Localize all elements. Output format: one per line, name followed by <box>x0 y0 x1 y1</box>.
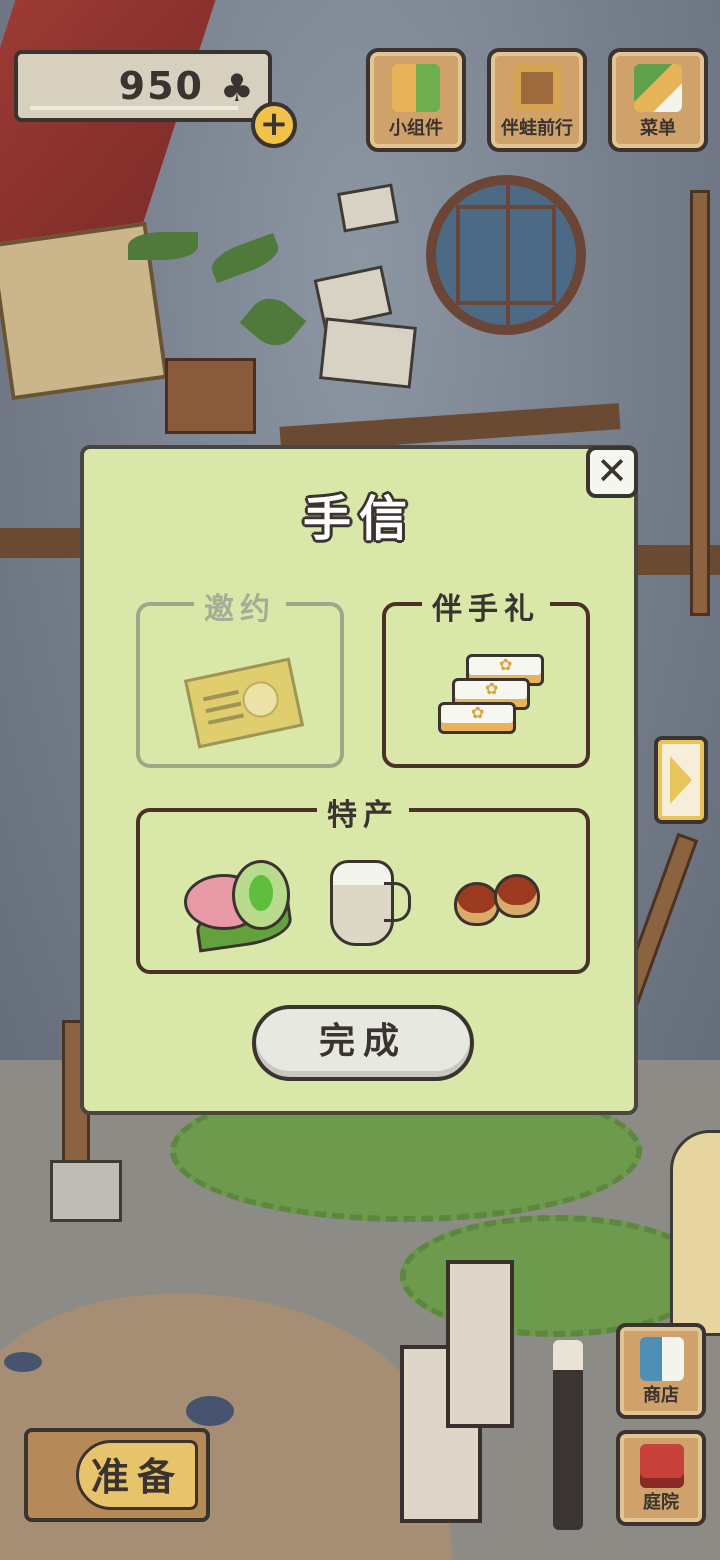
wooden-shelf <box>0 528 90 558</box>
pinned-note <box>319 317 417 389</box>
shop-bag-icon <box>640 1337 684 1381</box>
jug-handle <box>384 882 411 922</box>
pebble <box>4 1352 42 1372</box>
gift-slot[interactable]: 伴手礼 <box>382 584 590 768</box>
widget-icon <box>392 64 440 112</box>
yard-label: 庭院 <box>643 1492 679 1513</box>
chestnut <box>454 882 500 926</box>
chevron-right-icon[interactable] <box>654 736 708 824</box>
invite-caption: 邀约 <box>194 584 286 628</box>
widget-label: 小组件 <box>389 118 443 139</box>
letter-line <box>202 689 239 702</box>
prepare-button[interactable]: 准备 <box>24 1428 210 1522</box>
invite-slot[interactable]: 邀约 <box>136 584 344 768</box>
done-button[interactable]: 完成 <box>252 1005 474 1081</box>
close-icon[interactable]: ✕ <box>586 446 638 498</box>
folding-screen-panel <box>446 1260 514 1428</box>
coat-stand-base <box>50 1160 122 1222</box>
pebble <box>186 1396 234 1426</box>
menu-label: 菜单 <box>640 118 676 139</box>
book-icon <box>513 64 561 112</box>
wooden-pole <box>690 190 710 616</box>
yard-button[interactable]: 庭院 <box>616 1430 706 1526</box>
shop-button[interactable]: 商店 <box>616 1323 706 1419</box>
frog-journey-label: 伴蛙前行 <box>501 118 573 139</box>
candle-stand <box>553 1340 583 1530</box>
prepare-label: 准备 <box>76 1440 198 1510</box>
gift-caption: 伴手礼 <box>422 584 550 628</box>
letter-seal <box>239 678 282 721</box>
letter-line <box>205 701 242 714</box>
clover-counter: 950 ♣ <box>14 50 272 122</box>
specialty-caption: 特产 <box>317 790 409 834</box>
menu-cards-icon <box>634 64 682 112</box>
mochi-green <box>232 860 290 930</box>
hut-wall <box>670 1130 720 1336</box>
frog-journey-button[interactable]: 伴蛙前行 <box>487 48 587 152</box>
clover-icon: ♣ <box>219 66 254 110</box>
cake-layer <box>438 702 516 734</box>
counter-highlight <box>30 106 238 110</box>
specialty-slot[interactable]: 特产 <box>136 790 590 974</box>
widget-button[interactable]: 小组件 <box>366 48 466 152</box>
letter-line <box>207 713 244 725</box>
add-clover-button[interactable]: + <box>251 102 297 148</box>
mailbox-icon <box>640 1444 684 1488</box>
chestnut <box>494 874 540 918</box>
souvenir-dialog: 手信 邀约 伴手礼 特产 完成 <box>80 445 638 1115</box>
plant-pot <box>165 358 256 434</box>
clover-count: 950 <box>118 64 204 108</box>
shop-label: 商店 <box>643 1385 679 1406</box>
menu-button[interactable]: 菜单 <box>608 48 708 152</box>
dialog-title: 手信 <box>302 491 415 547</box>
round-window <box>426 175 586 335</box>
plant-leaf <box>128 232 198 260</box>
invitation-letter-icon <box>183 657 305 749</box>
